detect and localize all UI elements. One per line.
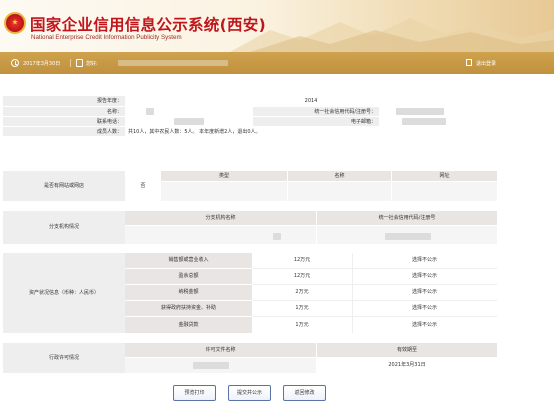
name-value (125, 106, 253, 117)
site-header: 国家企业信用信息公示系统(西安) National Enterprise Cre… (0, 0, 554, 52)
col-branch-code: 统一社会信用代码/注册号 (317, 211, 497, 225)
logout-icon[interactable] (466, 59, 472, 66)
asset-name: 销售额或营业收入 (125, 253, 252, 268)
asset-name: 金融贷款 (125, 317, 252, 333)
asset-name: 获得政府扶持资金、补助 (125, 301, 252, 316)
website-section: 是否有网站或网店 否 类型 名称 网址 (3, 171, 497, 201)
credit-code-value (379, 106, 498, 117)
asset-name: 盈余总额 (125, 269, 252, 284)
redacted-username (118, 60, 228, 66)
clock-icon (11, 59, 19, 67)
site-subtitle: National Enterprise Credit Information P… (31, 34, 182, 41)
asset-value: 1万元 (295, 305, 309, 311)
website-value: 否 (140, 183, 146, 189)
user-icon (76, 59, 83, 67)
branch-name-cell (125, 226, 316, 244)
asset-value: 2万元 (295, 289, 309, 295)
info-bar: 2017年3月30日 您好: 退出登录 (0, 52, 554, 74)
branch-label: 分支机构情况 (3, 211, 125, 244)
asset-status: 选择不公示 (411, 289, 437, 295)
col-name: 名称 (288, 171, 391, 181)
col-license-name: 许可文件名称 (125, 343, 316, 357)
phone-value (125, 116, 253, 127)
year-value: 2014 (125, 96, 498, 107)
type-cell (161, 182, 287, 201)
email-value (379, 116, 498, 127)
current-date: 2017年3月30日 (23, 61, 61, 67)
greeting-label: 您好: (86, 61, 98, 67)
assets-label: 资产状况信息（币种：人民币） (3, 253, 125, 333)
license-name-redacted (193, 362, 229, 369)
col-url: 网址 (392, 171, 497, 181)
website-label: 是否有网站或网店 (3, 171, 125, 201)
col-license-expiry: 有效期至 (317, 343, 497, 357)
name-cell (288, 182, 391, 201)
site-title: 国家企业信用信息公示系统(西安) (30, 16, 266, 34)
year-label: 报告年度： (3, 96, 125, 107)
national-emblem-icon (4, 12, 26, 34)
asset-status: 选择不公示 (411, 322, 437, 328)
license-expiry-value: 2021年3月31日 (388, 362, 426, 368)
basic-info-table: 报告年度： 2014 名称： 统一社会信用代码/注册号： 联系电话： 电子邮箱：… (3, 96, 498, 137)
members-label: 成员人数： (3, 126, 125, 137)
logout-link[interactable]: 退出登录 (476, 60, 496, 67)
submit-publish-button[interactable]: 提交并公示 (228, 385, 271, 401)
credit-code-label: 统一社会信用代码/注册号： (253, 106, 379, 117)
assets-section: 资产状况信息（币种：人民币） 销售额或营业收入 12万元 选择不公示 盈余总额 … (3, 253, 497, 333)
asset-status: 选择不公示 (411, 273, 437, 279)
preview-print-button[interactable]: 预览打印 (173, 385, 216, 401)
asset-value: 12万元 (293, 273, 311, 279)
license-section: 行政许可情况 许可文件名称 有效期至 2021年3月31日 (3, 343, 497, 373)
back-edit-button[interactable]: 返回修改 (283, 385, 326, 401)
url-cell (392, 182, 497, 201)
branch-section: 分支机构情况 分支机构名称 统一社会信用代码/注册号 (3, 211, 497, 244)
asset-value: 12万元 (293, 257, 311, 263)
divider (70, 59, 71, 67)
email-label: 电子邮箱： (253, 116, 379, 127)
asset-status: 选择不公示 (411, 257, 437, 263)
asset-status: 选择不公示 (411, 305, 437, 311)
phone-label: 联系电话： (3, 116, 125, 127)
branch-code-redacted (385, 233, 431, 240)
asset-value: 1万元 (295, 322, 309, 328)
col-type: 类型 (161, 171, 287, 181)
col-branch-name: 分支机构名称 (125, 211, 316, 225)
asset-name: 纳税金额 (125, 285, 252, 300)
name-label: 名称： (3, 106, 125, 117)
members-value: 共10人，其中农民人数：5人。 本年度新增2人，退出0人。 (125, 126, 498, 137)
license-label: 行政许可情况 (3, 343, 125, 373)
branch-name-redacted (273, 233, 281, 240)
